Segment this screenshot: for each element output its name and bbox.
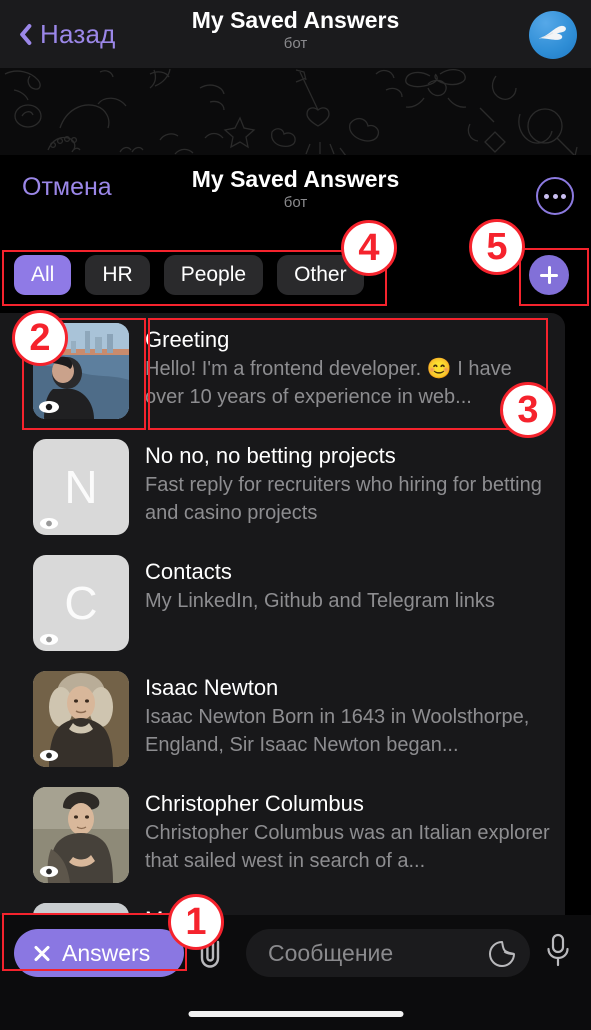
eye-icon [38, 632, 60, 646]
back-button-label: Назад [40, 18, 116, 49]
message-input-bar: Answers Сообщение [0, 915, 591, 1030]
microphone-icon [547, 933, 569, 967]
sticker-icon [489, 940, 516, 967]
answer-preview: Fast reply for recruiters who hiring for… [145, 474, 542, 524]
eye-icon [38, 400, 60, 414]
answer-title: Christopher Columbus [145, 791, 364, 816]
message-input[interactable]: Сообщение [246, 929, 530, 977]
answer-thumbnail[interactable]: N [33, 439, 129, 535]
answers-toggle-button[interactable]: Answers [14, 929, 184, 977]
answer-preview: Isaac Newton Born in 1643 in Woolsthorpe… [145, 706, 530, 756]
eye-icon [38, 748, 60, 762]
answer-thumbnail[interactable] [33, 323, 129, 419]
doodle-pattern-icon [4, 68, 578, 158]
attach-button[interactable] [196, 933, 226, 974]
list-item[interactable]: Christopher Columbus Christopher Columbu… [0, 777, 565, 893]
eye-icon [38, 516, 60, 530]
list-item[interactable]: Isaac Newton Isaac Newton Born in 1643 i… [0, 661, 565, 777]
answer-thumbnail[interactable] [33, 787, 129, 883]
chip-other[interactable]: Other [277, 255, 364, 295]
answer-text-block: M [129, 903, 173, 915]
answer-thumbnail[interactable]: C [33, 555, 129, 651]
list-item[interactable]: C Contacts My LinkedIn, Github and Teleg… [0, 545, 565, 661]
answer-text-block: Contacts My LinkedIn, Github and Telegra… [129, 555, 505, 615]
answer-title: No no, no betting projects [145, 443, 396, 468]
back-button[interactable]: Назад [12, 19, 116, 50]
sticker-button[interactable] [488, 940, 516, 973]
answer-preview: Hello! I'm a frontend developer. 😊 I hav… [145, 358, 512, 408]
list-item[interactable]: M [0, 893, 565, 915]
answer-title: Isaac Newton [145, 675, 279, 700]
list-item[interactable]: N No no, no betting projects Fast reply … [0, 429, 565, 545]
voice-message-button[interactable] [543, 932, 573, 973]
sheet-subtitle: бот [283, 194, 308, 211]
more-dot [544, 193, 549, 199]
list-item[interactable]: Greeting Hello! I'm a frontend developer… [0, 313, 565, 429]
avatar[interactable] [529, 11, 577, 59]
answer-text-block: Greeting Hello! I'm a frontend developer… [129, 323, 565, 411]
chip-all[interactable]: All [14, 255, 72, 295]
paperclip-icon [200, 934, 220, 968]
top-navigation-bar: Назад My Saved Answers бот [0, 0, 591, 68]
chevron-left-icon [12, 19, 34, 49]
telegram-chat-screen: Назад My Saved Answers бот Отмена My Sav… [0, 0, 591, 1030]
answer-text-block: No no, no betting projects Fast reply fo… [129, 439, 565, 527]
answer-text-block: Christopher Columbus Christopher Columbu… [129, 787, 565, 875]
chat-wallpaper [0, 68, 591, 158]
answer-preview: My LinkedIn, Github and Telegram links [145, 590, 495, 612]
answer-text-block: Isaac Newton Isaac Newton Born in 1643 i… [129, 671, 565, 759]
answers-list[interactable]: Greeting Hello! I'm a frontend developer… [0, 313, 565, 915]
more-dot [552, 193, 558, 199]
photo-truck-icon [33, 903, 129, 915]
sheet-title-block: My Saved Answers бот [0, 165, 591, 212]
sheet-title: My Saved Answers [191, 166, 400, 192]
answer-thumbnail[interactable] [33, 671, 129, 767]
more-options-button[interactable] [536, 177, 574, 215]
answer-title: Contacts [145, 559, 232, 584]
answer-title: M [145, 906, 163, 915]
more-dot [561, 193, 566, 199]
message-placeholder: Сообщение [268, 939, 394, 966]
chip-hr[interactable]: HR [85, 255, 150, 295]
telegram-wing-icon [539, 25, 566, 40]
sheet-header: Отмена My Saved Answers бот [0, 155, 591, 221]
close-x-icon [32, 943, 52, 963]
saved-answers-sheet: Отмена My Saved Answers бот All HR Peopl… [0, 155, 591, 915]
answers-toggle-label: Answers [62, 939, 151, 966]
answer-preview: Christopher Columbus was an Italian expl… [145, 822, 550, 872]
eye-icon [38, 864, 60, 878]
chip-people[interactable]: People [163, 255, 264, 295]
answer-title: Greeting [145, 327, 230, 352]
answer-thumbnail[interactable] [33, 903, 129, 915]
category-filter-row: All HR People Other [0, 251, 591, 299]
home-indicator [188, 1011, 403, 1017]
add-answer-button[interactable] [529, 255, 569, 295]
